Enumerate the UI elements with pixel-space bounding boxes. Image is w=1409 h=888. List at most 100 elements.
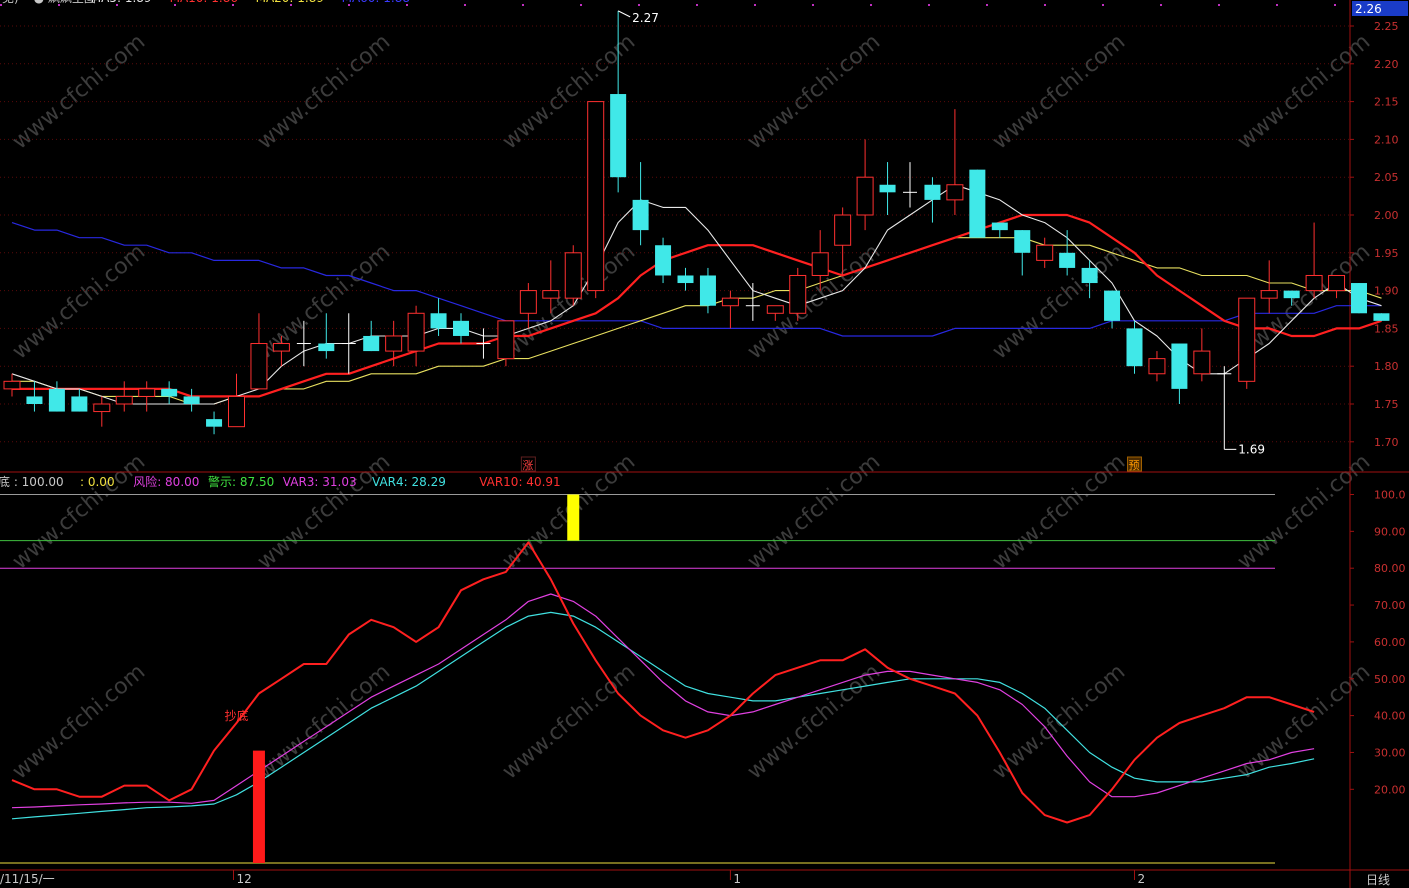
candle-body [26, 396, 43, 404]
candle [991, 222, 1008, 238]
candle [1059, 230, 1076, 276]
chart-canvas[interactable]: www.cfchi.com www.cfchi.com www.cfchi.com w… [0, 0, 1409, 888]
watermark-text: www.cfchi.com [743, 29, 885, 154]
candle-body [924, 184, 941, 200]
series-var4 [11, 611, 1315, 820]
candle-body [1036, 244, 1054, 261]
candle-body [1328, 274, 1346, 292]
candle [453, 313, 469, 344]
candle [183, 388, 200, 412]
watermark-text: www.cfchi.com [743, 449, 885, 574]
watermark-text: www.cfchi.com [1233, 29, 1375, 154]
candle [363, 320, 380, 352]
candle-body [1126, 328, 1143, 367]
price-legend-item-2: MA5: 1.89 [91, 0, 152, 5]
indicator-legend: 底 : 100.00: 0.00 风险: 80.00 警示: 87.50 VAR3: … [0, 474, 561, 489]
indicator-legend-item-2: 风险: 80.00 [133, 474, 199, 489]
candle-body [206, 419, 223, 427]
ma60-line [11, 222, 1382, 337]
marker-zhang: 涨 [522, 459, 533, 472]
indicator-tick-label: 20.00 [1374, 783, 1406, 796]
candle-body [48, 388, 65, 412]
candle-body [811, 252, 829, 276]
candle [677, 267, 694, 291]
candle [655, 237, 672, 284]
buy-signal-bar [252, 750, 265, 863]
indicator-tick-label: 50.00 [1374, 673, 1406, 686]
candles [3, 10, 1390, 450]
price-tick-label: 2.05 [1374, 171, 1399, 184]
candle-body [138, 388, 156, 397]
candle-body [519, 290, 537, 314]
price-legend-item-3: MA10: 1.86 [170, 0, 238, 5]
candle [1126, 320, 1143, 374]
candle [745, 283, 760, 321]
candle-body [385, 335, 403, 352]
indicator-legend-item-4: VAR3: 31.03 [283, 475, 357, 489]
indicator-tick-label: 30.00 [1374, 746, 1406, 759]
price-legend-item-0: /见) [0, 0, 19, 5]
indicator-tick-label: 40.00 [1374, 710, 1406, 723]
price-legend-item-4: MA20: 1.89 [256, 0, 324, 5]
watermark-text: www.cfchi.com [253, 659, 395, 784]
stock-chart-window: www.cfchi.com www.cfchi.com www.cfchi.com w… [0, 0, 1409, 888]
indicator-tick-label: 100.0 [1374, 489, 1406, 502]
candle [969, 169, 986, 238]
candle [924, 177, 941, 223]
low-price-label: 1.69 [1238, 442, 1265, 456]
candle [1171, 343, 1188, 404]
candle [946, 109, 964, 215]
indicator-legend-item-6: VAR10: 40.91 [479, 475, 560, 489]
candle-body [834, 214, 852, 246]
candle [856, 139, 874, 231]
candle-body [632, 199, 649, 231]
candle [93, 396, 111, 427]
candle-body [1014, 230, 1031, 253]
watermark-text: www.cfchi.com [1233, 659, 1375, 784]
indicator-tick-label: 60.00 [1374, 636, 1406, 649]
period-label: 日线 [1366, 873, 1390, 887]
candle [1036, 237, 1054, 268]
candle [1305, 222, 1323, 299]
candle [1351, 283, 1367, 314]
candle-body [699, 275, 716, 306]
watermark-text: www.cfchi.com [8, 449, 150, 574]
candle-body [228, 395, 245, 428]
candle [1260, 260, 1278, 314]
watermark-text: www.cfchi.com [1233, 449, 1375, 574]
candle [903, 162, 917, 208]
candle-body [655, 245, 672, 276]
candle-body [610, 94, 627, 178]
candle-body [1059, 252, 1076, 268]
x-axis-label: 1 [733, 872, 741, 886]
candle-body [946, 184, 964, 201]
candle [879, 162, 896, 215]
candle-body [272, 343, 290, 352]
candle-body [1305, 274, 1323, 292]
candle-body [1081, 267, 1098, 284]
candle-body [430, 313, 447, 329]
candle-body [1104, 290, 1121, 321]
candle-body [363, 335, 380, 352]
candle-body [318, 343, 335, 352]
candle-body [1171, 343, 1188, 389]
candle-body [721, 297, 739, 307]
indicator-tick-label: 80.00 [1374, 562, 1406, 575]
candle-body [497, 320, 515, 360]
price-legend-item-5: MA60: 1.88 [342, 0, 410, 5]
candle-body [1351, 283, 1367, 314]
candle-body [1193, 350, 1211, 375]
candle [3, 373, 21, 397]
candle-body [250, 343, 268, 390]
candle [789, 267, 807, 321]
candle [115, 381, 133, 412]
indicator-legend-item-3: 警示: 87.50 [208, 474, 274, 489]
candle [138, 381, 156, 412]
candle [699, 267, 716, 314]
candle [407, 305, 425, 367]
candle [26, 381, 43, 412]
candle-body [766, 305, 784, 314]
candle [1238, 297, 1256, 389]
indicator-legend-item-1: : 0.00 [80, 475, 115, 489]
buy-bottom-annotation: 抄底 [225, 708, 249, 723]
